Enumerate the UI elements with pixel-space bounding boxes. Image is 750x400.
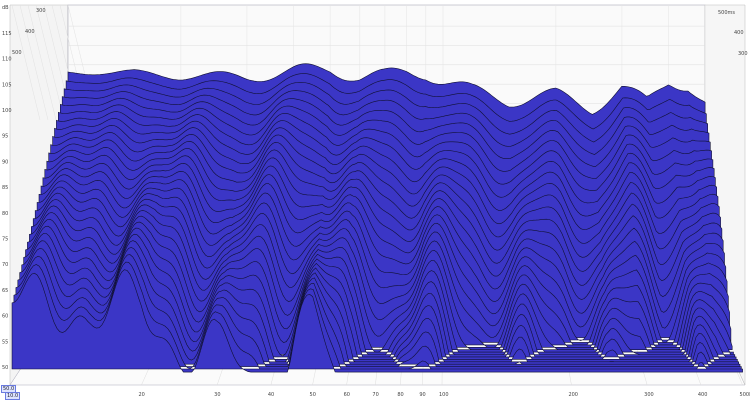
y-tick-label: 75 xyxy=(2,237,8,243)
x-tick-label: 200 xyxy=(568,392,578,398)
y-tick-label: 80 xyxy=(2,211,8,217)
x-tick-label: 20 xyxy=(138,392,144,398)
y-tick-label: 100 xyxy=(2,108,12,114)
x-tick-label: 40 xyxy=(268,392,274,398)
y-tick-label: 65 xyxy=(2,288,8,294)
y-tick-label: 85 xyxy=(2,185,8,191)
x-tick-label: 300 xyxy=(644,392,654,398)
x-tick-label: 30 xyxy=(214,392,220,398)
y-tick-label: 95 xyxy=(2,134,8,140)
x-axis-ticks: 20 30 40 50 60 70 80 90 100 200 300 400 500Hz xyxy=(138,392,750,398)
time-tick-label: 300 xyxy=(738,51,748,57)
y-tick-label: 115 xyxy=(2,31,12,37)
time-tick-label: 300 xyxy=(36,8,46,14)
waterfall-slices xyxy=(11,63,743,373)
x-tick-label: 100 xyxy=(439,392,449,398)
time-tick-label: 400 xyxy=(734,30,744,36)
y-tick-label: 50 xyxy=(2,365,8,371)
y-tick-label: 60 xyxy=(2,314,8,320)
x-tick-label: 500Hz xyxy=(740,392,750,398)
y-tick-label: 70 xyxy=(2,262,8,268)
x-tick-label: 70 xyxy=(372,392,378,398)
x-tick-label: 60 xyxy=(344,392,350,398)
x-tick-label: 80 xyxy=(397,392,403,398)
time-tick-label: 500 xyxy=(12,50,22,56)
waterfall-plot: dB 115 110 105 100 95 90 85 80 75 70 65 60 55 50 20 30 4… xyxy=(2,4,750,398)
y-tick-label: 110 xyxy=(2,57,12,63)
y-tick-label: 105 xyxy=(2,82,12,88)
y-tick-label: 55 xyxy=(2,339,8,345)
x-min-readout[interactable]: 10.0 xyxy=(5,392,21,400)
time-tick-label: 400 xyxy=(25,29,35,35)
x-tick-label: 90 xyxy=(419,392,425,398)
time-tick-label: 500ms xyxy=(718,10,735,16)
y-tick-label: 90 xyxy=(2,159,8,165)
y-tick-label: dB xyxy=(2,5,9,11)
x-tick-label: 50 xyxy=(310,392,316,398)
x-tick-label: 400 xyxy=(698,392,708,398)
